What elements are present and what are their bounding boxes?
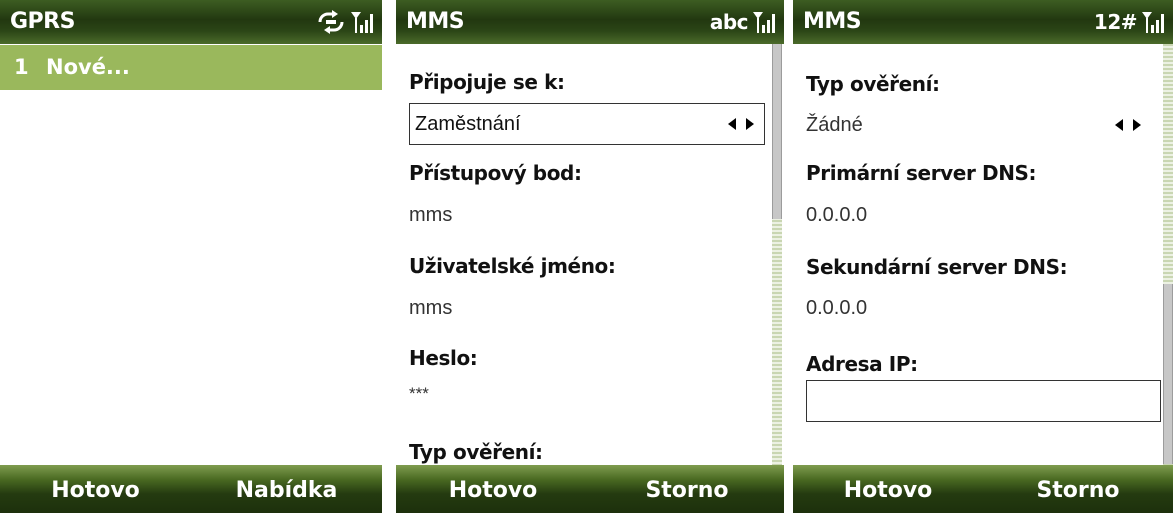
connects-to-label: Připojuje se k: bbox=[409, 70, 565, 94]
secondary-dns-value[interactable]: 0.0.0.0 bbox=[806, 297, 867, 320]
scrollbar-thumb[interactable] bbox=[1163, 284, 1173, 464]
input-mode-indicator: abc bbox=[709, 10, 749, 34]
softkey-cancel[interactable]: Storno bbox=[983, 465, 1173, 513]
signal-strength-icon bbox=[351, 12, 373, 33]
status-area: 12# bbox=[1094, 0, 1167, 44]
softkey-cancel[interactable]: Storno bbox=[590, 465, 784, 513]
picker-arrows[interactable] bbox=[728, 104, 754, 144]
arrow-right-icon[interactable] bbox=[1133, 119, 1141, 131]
connects-to-picker[interactable]: Zaměstnání bbox=[409, 103, 765, 145]
softkey-done[interactable]: Hotovo bbox=[793, 465, 983, 513]
ip-address-label: Adresa IP: bbox=[806, 352, 918, 376]
status-area: abc bbox=[710, 0, 778, 44]
list-item-label: Nové... bbox=[46, 55, 130, 79]
password-value[interactable]: *** bbox=[409, 384, 429, 404]
connects-to-value: Zaměstnání bbox=[415, 113, 521, 135]
secondary-dns-label: Sekundární server DNS: bbox=[806, 255, 1068, 279]
softkey-bar: Hotovo Nabídka bbox=[0, 465, 382, 513]
screen-title: MMS bbox=[803, 9, 862, 34]
ip-address-input[interactable] bbox=[806, 380, 1161, 422]
list-item-number: 1 bbox=[14, 55, 29, 79]
auth-type-label: Typ ověření: bbox=[409, 440, 543, 464]
softkey-done[interactable]: Hotovo bbox=[0, 465, 191, 513]
auth-type-value[interactable]: Žádné bbox=[806, 114, 863, 137]
settings-form: Typ ověření: Žádné Primární server DNS: … bbox=[793, 44, 1173, 465]
settings-form: Připojuje se k: Zaměstnání Přístupový bo… bbox=[396, 44, 784, 465]
title-bar: MMS abc bbox=[396, 0, 784, 44]
gprs-screen: GPRS 1 Nové... Hotovo Nabídka bbox=[0, 0, 382, 513]
scrollbar-thumb[interactable] bbox=[772, 44, 782, 219]
signal-strength-icon bbox=[1142, 12, 1164, 33]
username-value[interactable]: mms bbox=[409, 297, 452, 320]
primary-dns-label: Primární server DNS: bbox=[806, 161, 1037, 185]
mms-settings-screen-2: MMS 12# Typ ověření: Žádné Primární serv… bbox=[793, 0, 1173, 513]
access-point-value[interactable]: mms bbox=[409, 204, 452, 227]
screen-title: GPRS bbox=[10, 9, 75, 34]
password-label: Heslo: bbox=[409, 346, 478, 370]
auth-type-arrows[interactable] bbox=[1115, 112, 1141, 138]
primary-dns-value[interactable]: 0.0.0.0 bbox=[806, 204, 867, 227]
softkey-done[interactable]: Hotovo bbox=[396, 465, 590, 513]
scrollbar[interactable] bbox=[1163, 44, 1173, 465]
access-point-label: Přístupový bod: bbox=[409, 161, 582, 185]
mms-settings-screen-1: MMS abc Připojuje se k: Zaměstnání Příst… bbox=[396, 0, 784, 513]
list-item-new[interactable]: 1 Nové... bbox=[0, 45, 382, 90]
title-bar: MMS 12# bbox=[793, 0, 1173, 44]
arrow-right-icon[interactable] bbox=[746, 118, 754, 130]
arrow-left-icon[interactable] bbox=[1115, 119, 1123, 131]
username-label: Uživatelské jméno: bbox=[409, 254, 616, 278]
auth-type-label: Typ ověření: bbox=[806, 72, 940, 96]
softkey-bar: Hotovo Storno bbox=[793, 465, 1173, 513]
status-area bbox=[316, 0, 376, 44]
title-bar: GPRS bbox=[0, 0, 382, 44]
scrollbar[interactable] bbox=[772, 44, 782, 465]
signal-strength-icon bbox=[753, 12, 775, 33]
softkey-bar: Hotovo Storno bbox=[396, 465, 784, 513]
softkey-menu[interactable]: Nabídka bbox=[191, 465, 382, 513]
input-mode-indicator: 12# bbox=[1093, 10, 1138, 34]
screen-title: MMS bbox=[406, 9, 465, 34]
data-connection-icon bbox=[318, 10, 344, 34]
arrow-left-icon[interactable] bbox=[728, 118, 736, 130]
